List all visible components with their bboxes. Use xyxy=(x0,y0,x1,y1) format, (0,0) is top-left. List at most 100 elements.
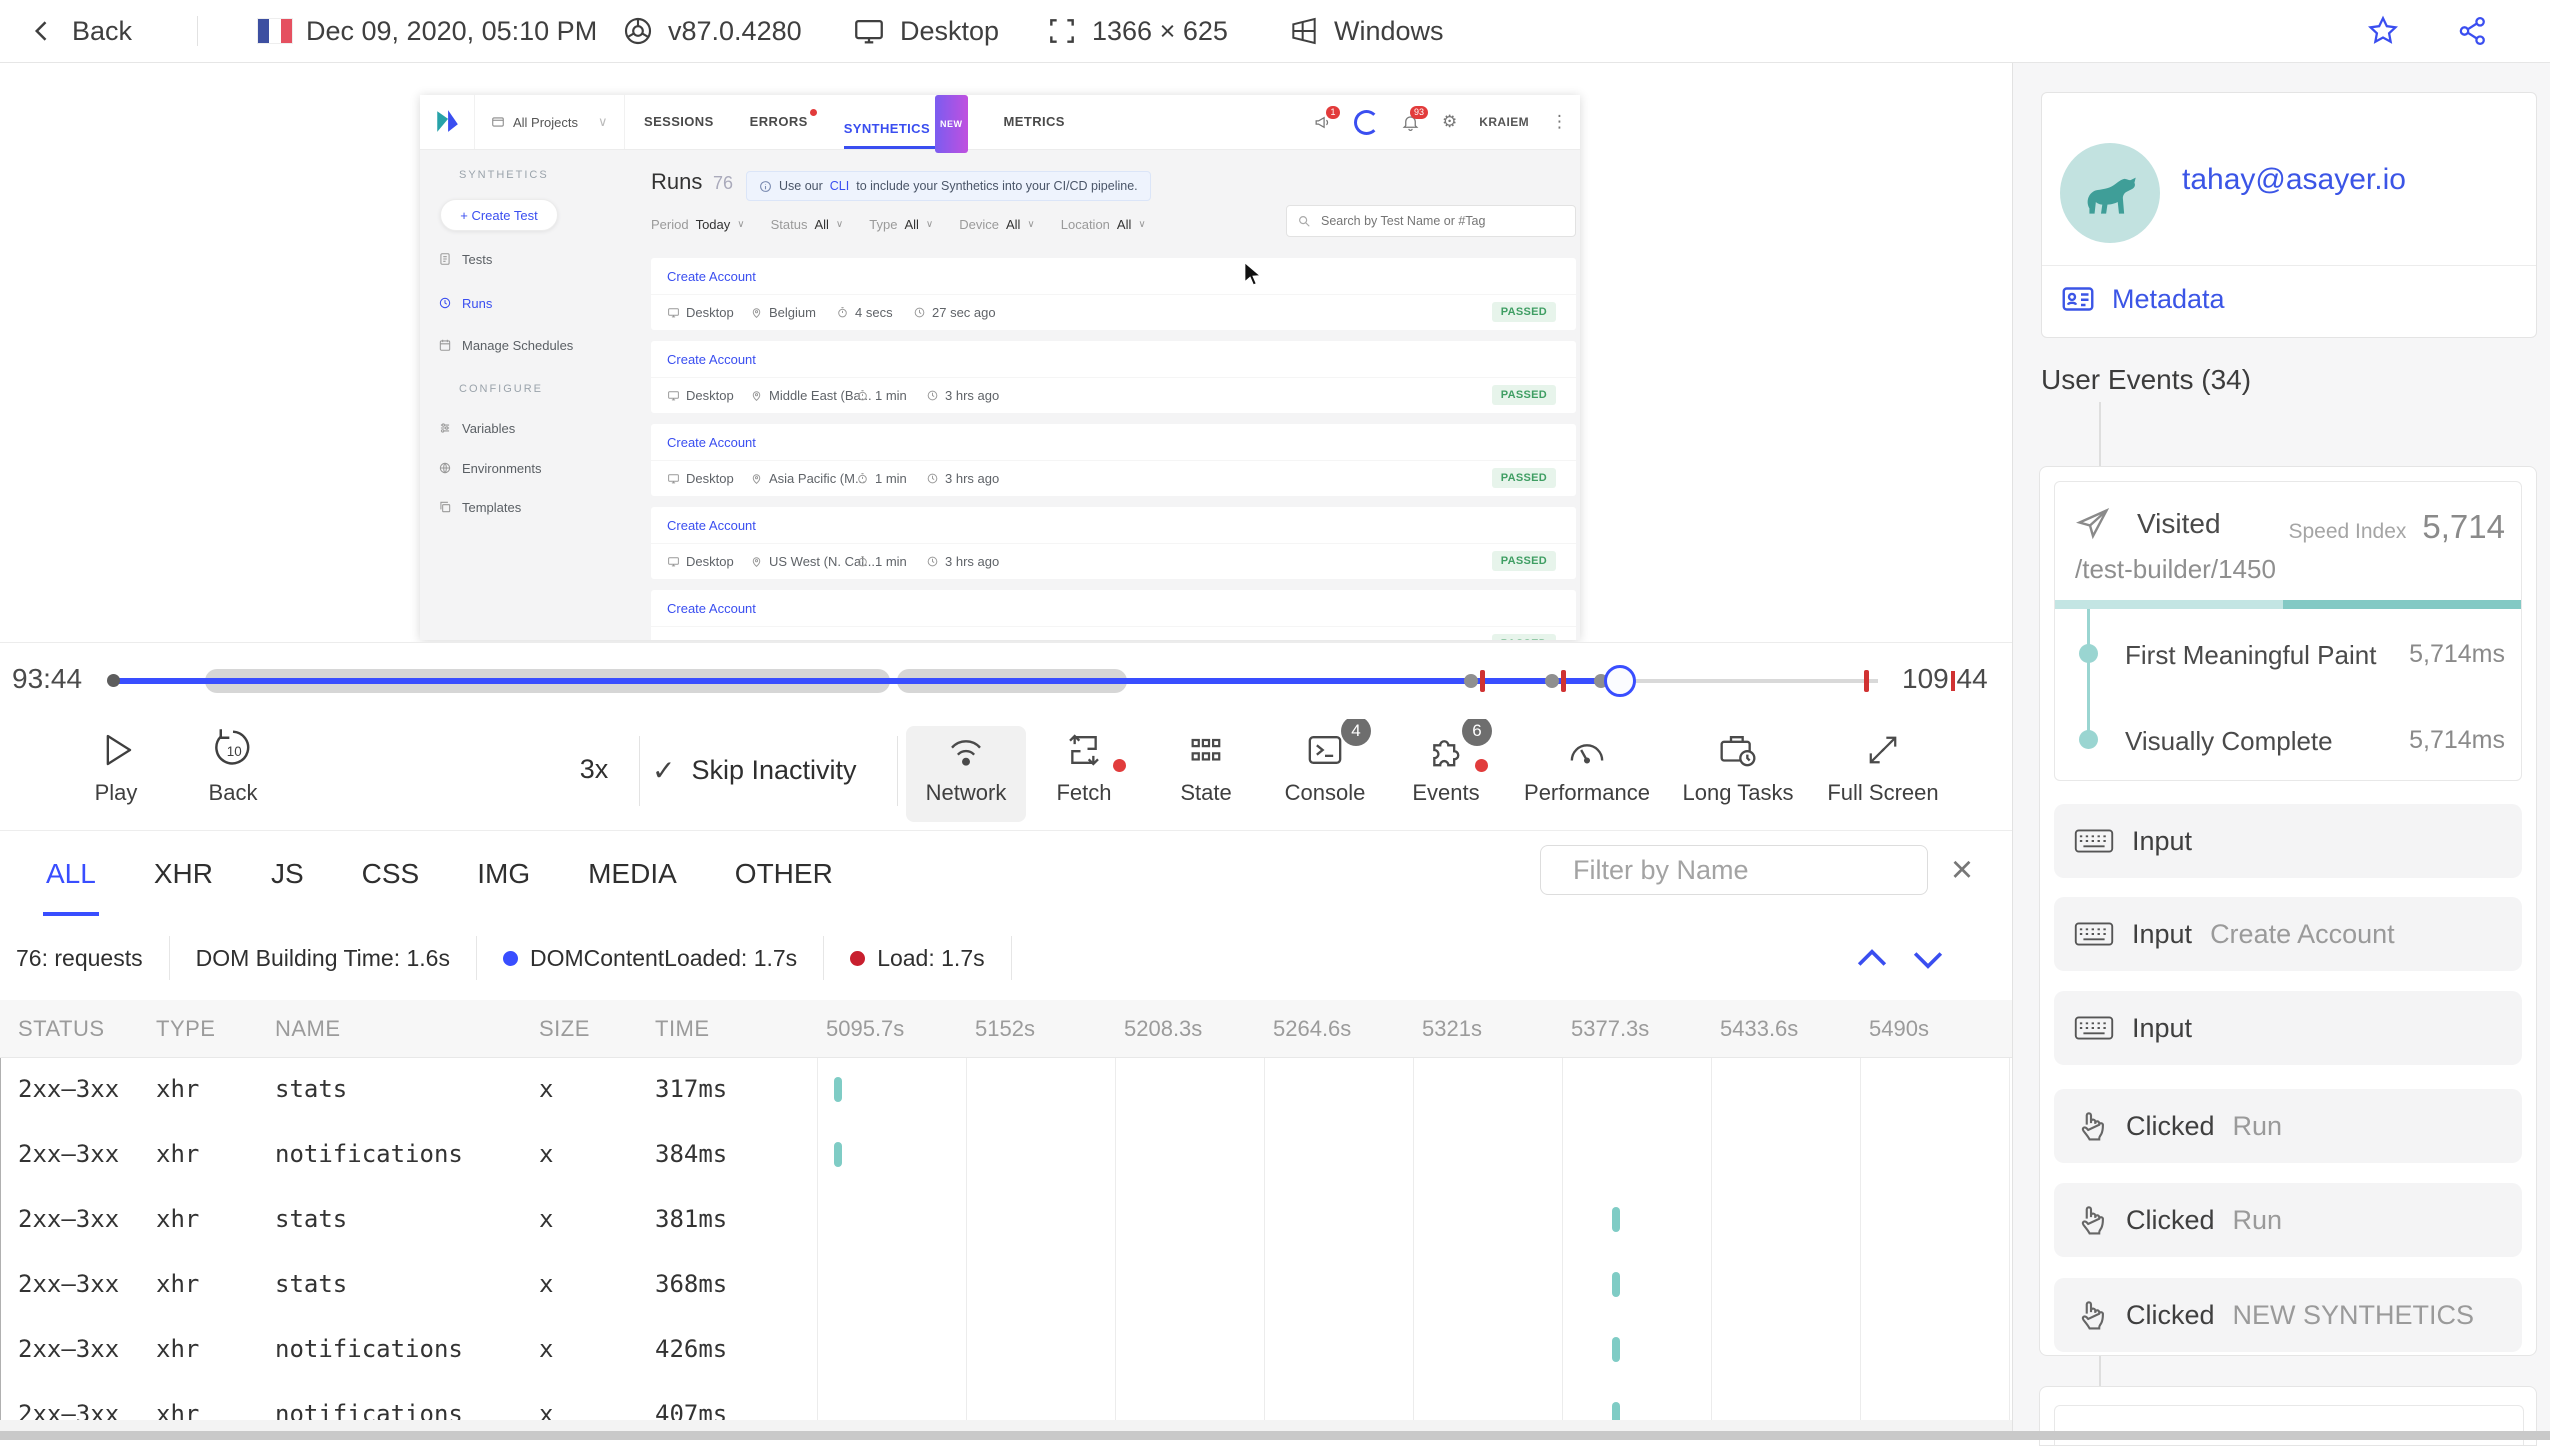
gear-icon[interactable]: ⚙ xyxy=(1442,112,1457,132)
dom-building-time: DOM Building Time: 1.6s xyxy=(170,936,477,980)
filter-by-name-box[interactable] xyxy=(1540,845,1929,895)
os-label: Windows xyxy=(1334,15,1444,46)
project-selector[interactable]: All Projects ∨ xyxy=(474,95,625,149)
event-clicked[interactable]: Clicked NEW SYNTHETICS xyxy=(2054,1278,2522,1352)
filter-location[interactable]: Location All ∨ xyxy=(1061,217,1146,232)
tab-css[interactable]: CSS xyxy=(362,831,420,916)
horizontal-scrollbar-track[interactable] xyxy=(0,1420,2012,1431)
run-test-link[interactable]: Create Account xyxy=(651,258,1576,295)
col-time[interactable]: TIME xyxy=(655,1000,710,1057)
share-button[interactable] xyxy=(2456,0,2490,62)
col-size[interactable]: SIZE xyxy=(539,1000,590,1057)
sidebar-item-tests[interactable]: Tests xyxy=(438,248,492,270)
state-panel-button[interactable]: State xyxy=(1146,726,1266,806)
tab-errors[interactable]: ERRORS xyxy=(750,95,817,146)
tab-img[interactable]: IMG xyxy=(477,831,530,916)
tab-metrics[interactable]: METRICS xyxy=(1004,95,1065,146)
sidebar-item-manage-schedules[interactable]: Manage Schedules xyxy=(438,334,573,356)
filter-status[interactable]: Status All ∨ xyxy=(771,217,844,232)
run-details-row[interactable]: PASSED xyxy=(651,627,1576,640)
filter-by-name-input[interactable] xyxy=(1571,853,1929,887)
jump-previous-button[interactable] xyxy=(1850,942,1894,976)
filter-type[interactable]: Type All ∨ xyxy=(869,217,933,232)
tab-media[interactable]: MEDIA xyxy=(588,831,677,916)
time-tick-label: 5095.7s xyxy=(826,1016,905,1041)
close-panel-button[interactable]: × xyxy=(1940,848,1984,892)
filter-device[interactable]: Device All ∨ xyxy=(959,217,1035,232)
request-row[interactable]: 2xx–3xx xhr notifications x 426ms xyxy=(0,1317,2012,1382)
run-details-row[interactable]: Desktop Middle East (Ba... 1 min 3 hrs a… xyxy=(651,378,1576,413)
user-email-link[interactable]: tahay@asayer.io xyxy=(2182,163,2406,197)
request-row[interactable]: 2xx–3xx xhr stats x 368ms xyxy=(0,1252,2012,1317)
run-duration: 1 min xyxy=(856,378,907,413)
kebab-menu-icon[interactable]: ⋮ xyxy=(1551,112,1568,132)
resolution-label: 1366 × 625 xyxy=(1092,15,1228,46)
run-test-link[interactable]: Create Account xyxy=(651,341,1576,378)
sidebar-item-variables[interactable]: Variables xyxy=(438,417,515,439)
run-details-row[interactable]: Desktop Asia Pacific (M... 1 min 3 hrs a… xyxy=(651,461,1576,496)
run-test-link[interactable]: Create Account xyxy=(651,590,1576,627)
timeline-handle[interactable] xyxy=(1604,665,1636,697)
back-10s-button[interactable]: 10 Back xyxy=(173,726,293,806)
tab-xhr[interactable]: XHR xyxy=(154,831,213,916)
tab-js[interactable]: JS xyxy=(271,831,304,916)
request-row[interactable]: 2xx–3xx xhr notifications x 384ms xyxy=(0,1122,2012,1187)
state-grid-icon xyxy=(1146,726,1266,774)
create-test-button[interactable]: + Create Test xyxy=(440,199,558,231)
fetch-panel-button[interactable]: Fetch xyxy=(1024,726,1144,806)
col-status[interactable]: STATUS xyxy=(18,1000,105,1057)
horizontal-scrollbar-thumb[interactable] xyxy=(0,1431,2550,1440)
request-row[interactable]: 2xx–3xx xhr stats x 381ms xyxy=(0,1187,2012,1252)
run-details-row[interactable]: Desktop Belgium 4 secs 27 sec ago PASSED xyxy=(651,295,1576,330)
network-panel-button[interactable]: Network xyxy=(906,726,1026,822)
state-label: State xyxy=(1180,780,1232,805)
back-button[interactable]: Back xyxy=(28,0,132,62)
notifications-button[interactable]: 93 xyxy=(1401,105,1429,132)
long-tasks-panel-button[interactable]: Long Tasks xyxy=(1668,726,1808,806)
event-input[interactable]: Input xyxy=(2054,991,2522,1065)
speed-button[interactable]: 3x xyxy=(534,754,654,785)
metadata-button[interactable]: Metadata xyxy=(2060,281,2225,317)
event-clicked[interactable]: Clicked Run xyxy=(2054,1089,2522,1163)
play-button[interactable]: Play xyxy=(56,726,176,806)
run-test-link[interactable]: Create Account xyxy=(651,424,1576,461)
asayer-logo-icon xyxy=(434,108,460,134)
announcements-button[interactable]: 1 xyxy=(1313,105,1341,132)
test-search-input[interactable] xyxy=(1319,213,1565,229)
events-panel-button[interactable]: 6 Events xyxy=(1386,716,1506,806)
event-input[interactable]: Input xyxy=(2054,804,2522,878)
tab-sessions[interactable]: SESSIONS xyxy=(644,95,714,146)
skip-inactivity-toggle[interactable]: ✓ Skip Inactivity xyxy=(652,754,857,787)
full-screen-button[interactable]: Full Screen xyxy=(1813,726,1953,806)
request-row[interactable]: 2xx–3xx xhr stats x 317ms xyxy=(0,1057,2012,1122)
visited-event-card[interactable]: Visited Speed Index 5,714 /test-builder/… xyxy=(2054,481,2522,781)
sidebar-item-templates[interactable]: Templates xyxy=(438,496,521,518)
tab-all[interactable]: ALL xyxy=(43,831,99,916)
timeline-track[interactable] xyxy=(0,643,2012,719)
tab-other[interactable]: OTHER xyxy=(735,831,833,916)
performance-panel-button[interactable]: Performance xyxy=(1517,726,1657,806)
player-timeline[interactable]: 93:44 109:44 xyxy=(0,642,2012,719)
event-input[interactable]: Input Create Account xyxy=(2054,897,2522,971)
user-menu[interactable]: KRAIEM xyxy=(1479,115,1529,129)
run-details-row[interactable]: Desktop US West (N. Cal... 1 min 3 hrs a… xyxy=(651,544,1576,579)
request-row[interactable]: 2xx–3xx xhr notifications x 407ms xyxy=(0,1382,2012,1420)
id-card-icon xyxy=(2062,287,2094,311)
col-type[interactable]: TYPE xyxy=(156,1000,215,1057)
notification-dot xyxy=(1475,759,1488,772)
sidebar-item-runs[interactable]: Runs xyxy=(438,292,492,314)
run-test-link[interactable]: Create Account xyxy=(651,507,1576,544)
cli-link[interactable]: CLI xyxy=(830,179,849,193)
sidebar-item-environments[interactable]: Environments xyxy=(438,457,541,479)
test-search-box[interactable] xyxy=(1286,205,1576,237)
search-icon xyxy=(1299,216,1310,227)
console-panel-button[interactable]: 4 Console xyxy=(1265,716,1385,806)
event-clicked[interactable]: Clicked Run xyxy=(2054,1183,2522,1257)
tab-synthetics[interactable]: SYNTHETICS NEW xyxy=(843,95,968,153)
jump-next-button[interactable] xyxy=(1906,942,1950,976)
keyboard-icon xyxy=(2074,922,2114,946)
favorite-button[interactable] xyxy=(2366,0,2400,62)
col-name[interactable]: NAME xyxy=(275,1000,341,1057)
filter-period[interactable]: Period Today ∨ xyxy=(651,217,745,232)
user-events-title: User Events (34) xyxy=(2041,364,2252,395)
